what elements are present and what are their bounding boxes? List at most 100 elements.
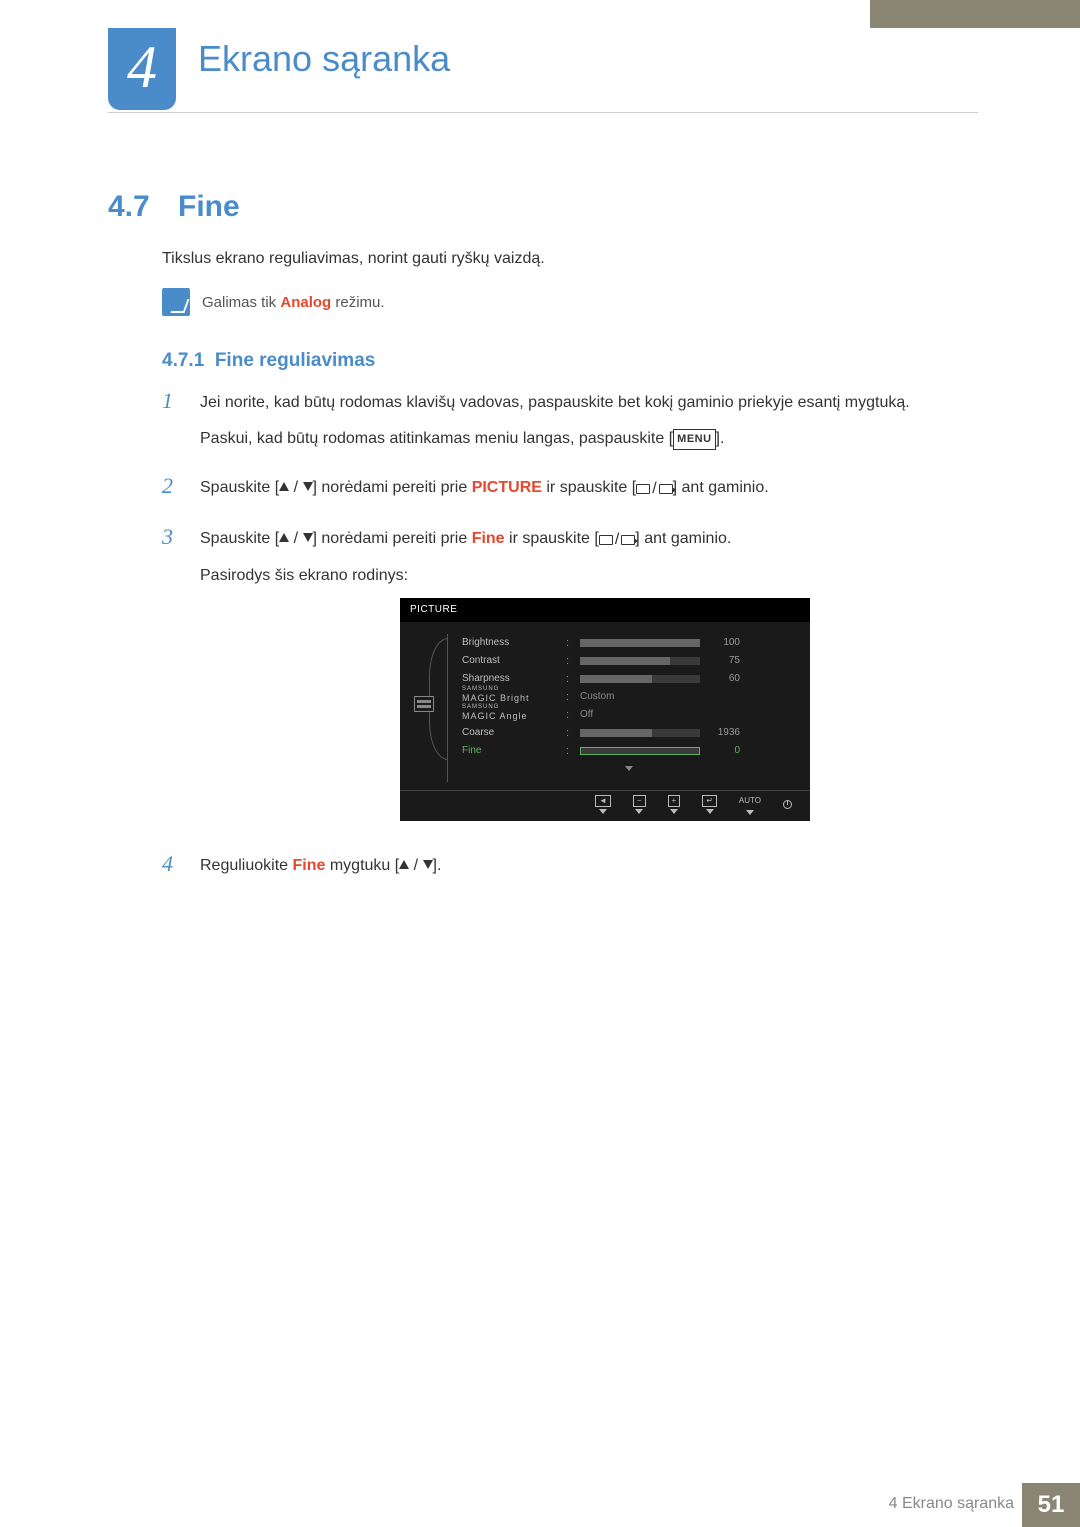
osd-value: Custom [580,689,614,705]
osd-bar [580,729,700,737]
chapter-title: Ekrano sąranka [198,38,450,80]
down-arrow-icon [423,860,433,869]
section-intro: Tikslus ekrano reguliavimas, norint gaut… [162,250,545,268]
osd-label-selected: Fine [462,743,558,759]
note-row: Galimas tik Analog režimu. [162,288,385,316]
osd-footer-enter: ↵ [702,795,717,814]
step-body: Spauskite [ / ] norėdami pereiti prie PI… [200,475,982,512]
osd-row-magicbright: SAMSUNGMAGIC Bright : Custom [462,688,796,706]
note-suffix: režimu. [331,294,384,311]
colon: : [566,743,572,761]
minus-icon: − [633,795,646,807]
up-arrow-icon [279,482,289,491]
osd-row-contrast: Contrast : 75 [462,652,796,670]
t: mygtuku [ [325,857,399,874]
subsection-heading: 4.7.1 Fine reguliavimas [162,350,375,372]
t: Paskui, kad būtų rodomas atitinkamas men… [200,430,673,447]
osd-row-fine: Fine : 0 [462,742,796,760]
osd-footer: ◄ − + ↵ AUTO [400,790,810,821]
down-arrow-icon [303,533,313,542]
enter-icon: / [599,527,635,553]
back-icon: ◄ [595,795,611,807]
osd-footer-power [783,800,792,809]
enter-icon: ↵ [702,795,717,807]
footer-chapter-label: 4 Ekrano sąranka [889,1495,1014,1513]
osd-bar-selected [580,747,700,755]
step-1-line1: Jei norite, kad būtų rodomas klavišų vad… [200,390,982,416]
step-body: Spauskite [ / ] norėdami pereiti prie Fi… [200,526,982,839]
osd-row-sharpness: Sharpness : 60 [462,670,796,688]
down-arrow-icon [303,482,313,491]
osd-footer-plus: + [668,795,681,814]
t: ir spauskite [ [542,479,636,496]
osd-header: PICTURE [400,598,810,622]
osd-label: Coarse [462,725,558,741]
up-arrow-icon [399,860,409,869]
t: MAGIC Bright [462,693,530,703]
osd-row-coarse: Coarse : 1936 [462,724,796,742]
osd-value: 1936 [708,725,740,741]
page-footer: 4 Ekrano sąranka 51 [0,1483,1080,1527]
t: ] ant gaminio. [673,479,769,496]
sup: SAMSUNG [462,688,558,692]
auto-label: AUTO [739,795,761,808]
osd-value: 100 [708,635,740,651]
sup: SAMSUNG [462,706,558,710]
subsection-title: Fine reguliavimas [215,350,376,371]
osd-list: Brightness : 100 Contrast : 75 Sha [448,634,796,782]
chapter-underline [108,112,978,113]
note-icon [162,288,190,316]
colon: : [566,653,572,671]
t: Spauskite [ [200,530,279,547]
step-2: 2 Spauskite [ / ] norėdami pereiti prie … [162,475,982,512]
osd-body: Brightness : 100 Contrast : 75 Sha [400,622,810,790]
osd-value: Off [580,707,593,723]
osd-category-icon [414,696,434,712]
step-3: 3 Spauskite [ / ] norėdami pereiti prie … [162,526,982,839]
osd-label: Brightness [462,635,558,651]
step-body: Reguliuokite Fine mygtuku [ / ]. [200,853,982,889]
t: MAGIC Angle [462,711,528,721]
t: ]. [433,857,442,874]
colon: : [566,707,572,725]
t: ] norėdami pereiti prie [313,530,472,547]
osd-label: SAMSUNGMAGIC Angle [462,706,558,726]
osd-label: Sharpness [462,671,558,687]
osd-value: 60 [708,671,740,687]
step-3-highlight: Fine [472,530,505,547]
osd-row-brightness: Brightness : 100 [462,634,796,652]
t: Reguliuokite [200,857,293,874]
step-number: 3 [162,526,182,548]
section-number: 4.7 [108,190,150,224]
t: ] norėdami pereiti prie [313,479,472,496]
osd-footer-back: ◄ [595,795,611,814]
step-1-line2: Paskui, kad būtų rodomas atitinkamas men… [200,426,982,452]
osd-more-down-icon [462,760,796,782]
t: Spauskite [ [200,479,279,496]
plus-icon: + [668,795,681,807]
osd-bar [580,675,700,683]
t: ] ant gaminio. [635,530,731,547]
header-accent-bar [870,0,1080,28]
steps-list: 1 Jei norite, kad būtų rodomas klavišų v… [162,390,982,902]
step-number: 1 [162,390,182,412]
osd-row-magicangle: SAMSUNGMAGIC Angle : Off [462,706,796,724]
step-number: 2 [162,475,182,497]
note-text: Galimas tik Analog režimu. [202,294,385,311]
osd-menu: PICTURE Brightness : 100 Contrast [400,598,810,820]
up-arrow-icon [279,533,289,542]
section-title: Fine [178,190,240,224]
step-4-highlight: Fine [293,857,326,874]
step-2-highlight: PICTURE [472,479,542,496]
step-body: Jei norite, kad būtų rodomas klavišų vad… [200,390,982,461]
osd-footer-minus: − [633,795,646,814]
chapter-number-badge: 4 [108,28,176,110]
step-3-tail: Pasirodys šis ekrano rodinys: [200,563,982,589]
colon: : [566,635,572,653]
t: ir spauskite [ [505,530,599,547]
enter-icon: / [636,476,672,502]
osd-sidebar [414,634,448,782]
step-1: 1 Jei norite, kad būtų rodomas klavišų v… [162,390,982,461]
menu-button-label: MENU [673,429,715,451]
osd-bar [580,639,700,647]
